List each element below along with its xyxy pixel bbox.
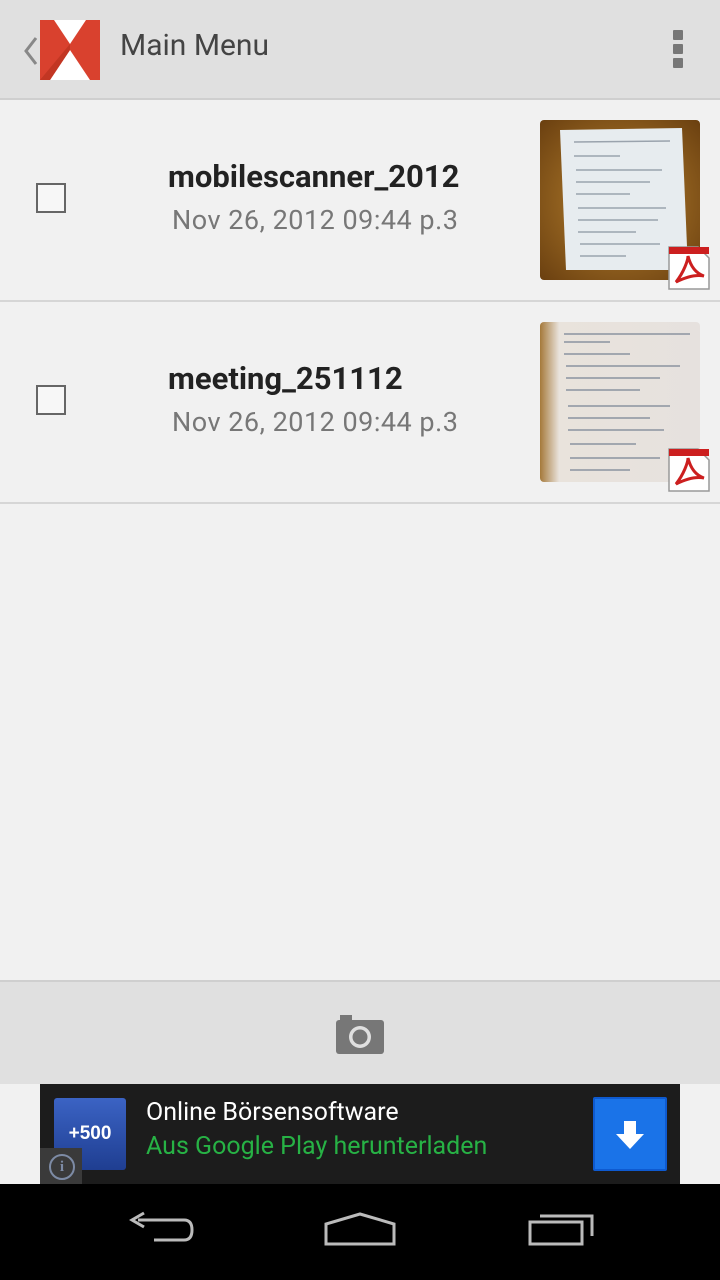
document-checkbox[interactable] [36,385,66,415]
app-logo-icon[interactable] [40,20,100,80]
action-bar: Main Menu [0,0,720,100]
home-icon[interactable] [322,1208,398,1248]
download-icon [616,1121,644,1149]
ad-title: Online Börsensoftware [146,1098,399,1127]
system-nav-bar [0,1184,720,1280]
ad-banner-area: +500 i Online Börsensoftware Aus Google … [0,1084,720,1184]
overflow-menu-icon[interactable] [662,26,694,72]
document-name: mobilescanner_2012 [168,158,460,195]
document-list: mobilescanner_2012 Nov 26, 2012 09:44 p.… [0,100,720,504]
page-title: Main Menu [120,28,270,63]
pdf-icon [668,448,710,492]
document-row[interactable]: meeting_251112 Nov 26, 2012 09:44 p.3 [0,302,720,504]
document-meta: Nov 26, 2012 09:44 p.3 [172,204,459,236]
ad-banner[interactable]: +500 i Online Börsensoftware Aus Google … [40,1084,680,1184]
document-meta: Nov 26, 2012 09:44 p.3 [172,406,459,438]
info-icon[interactable]: i [40,1148,82,1184]
document-row[interactable]: mobilescanner_2012 Nov 26, 2012 09:44 p.… [0,100,720,302]
camera-icon[interactable] [334,1012,386,1056]
download-button[interactable] [593,1097,667,1171]
document-name: meeting_251112 [168,360,403,397]
back-chevron-icon[interactable] [20,34,40,68]
bottom-action-bar [0,980,720,1086]
document-checkbox[interactable] [36,183,66,213]
ad-subtitle: Aus Google Play herunterladen [146,1132,488,1161]
pdf-icon [668,246,710,290]
recent-apps-icon[interactable] [526,1206,598,1248]
back-icon[interactable] [124,1208,196,1248]
